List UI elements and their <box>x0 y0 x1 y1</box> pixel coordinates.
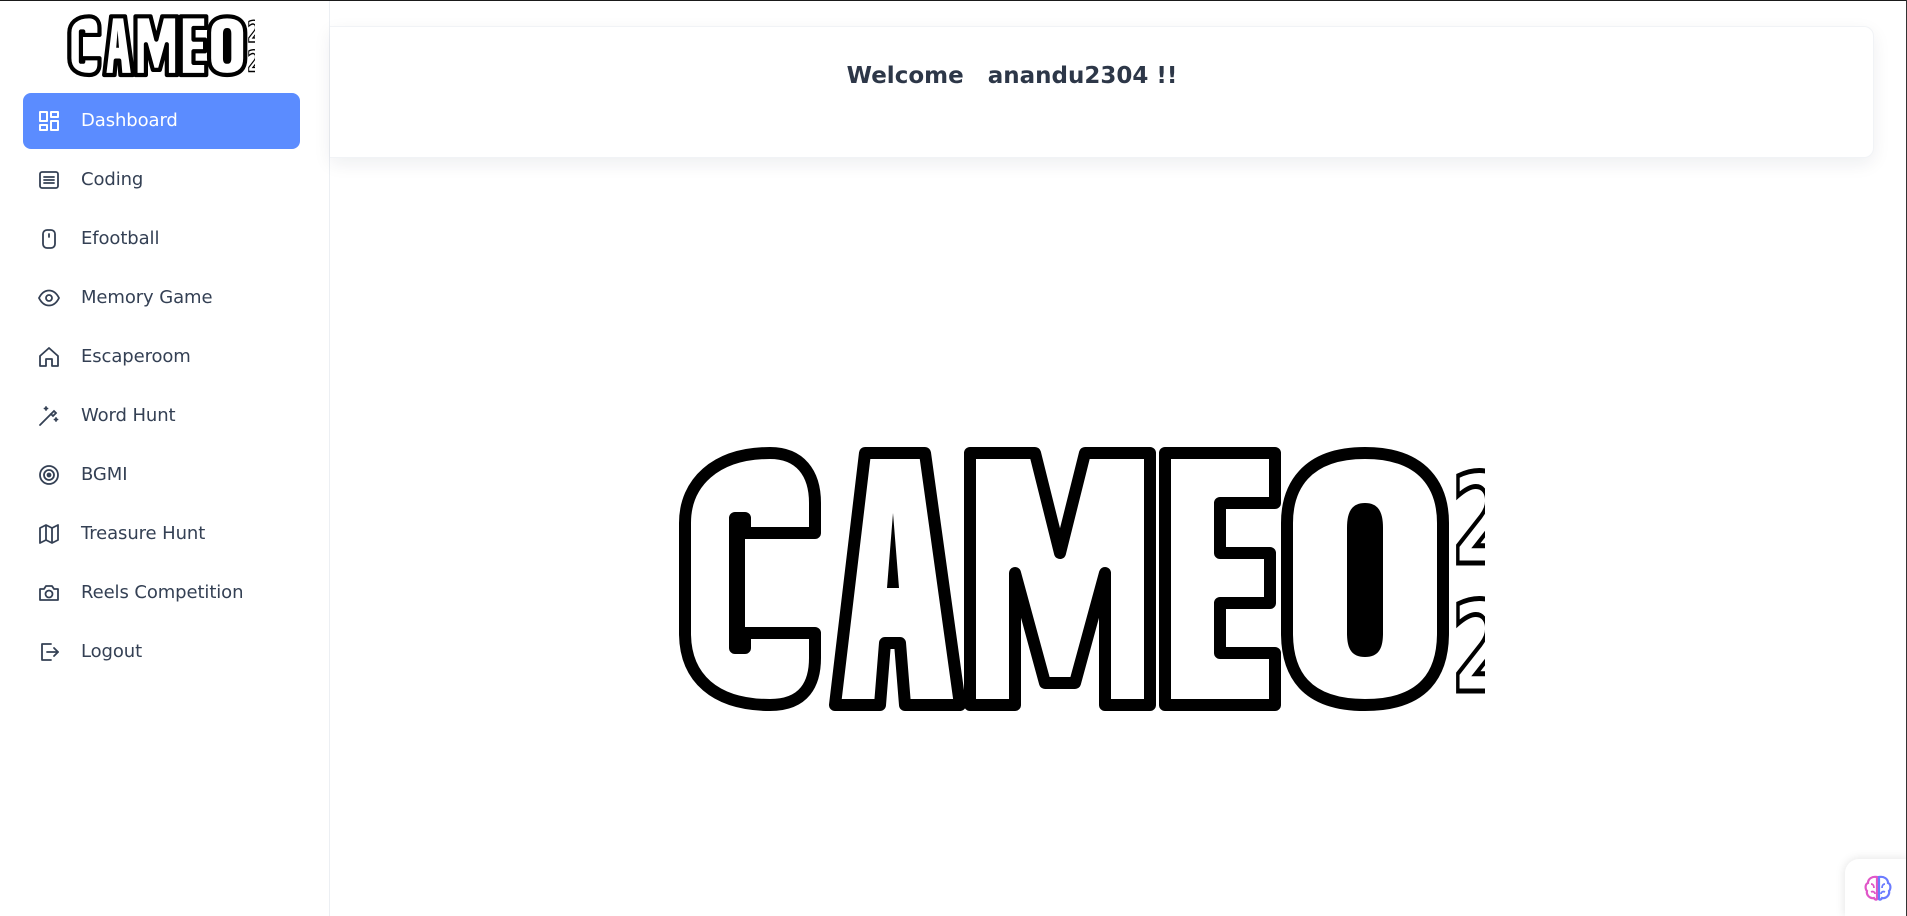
sidebar-nav: Dashboard Coding Efootball Memory Game E… <box>23 93 300 683</box>
sidebar: 20 24 Dashboard Coding <box>0 0 330 916</box>
sidebar-item-logout[interactable]: Logout <box>23 624 300 680</box>
sidebar-logo[interactable]: 20 24 <box>67 14 276 79</box>
sidebar-item-label: Reels Competition <box>81 582 244 603</box>
sidebar-item-label: Logout <box>81 641 143 662</box>
svg-text:20: 20 <box>1451 448 1485 593</box>
brain-icon <box>1864 875 1892 901</box>
sidebar-item-efootball[interactable]: Efootball <box>23 211 300 267</box>
sidebar-item-label: Escaperoom <box>81 346 191 367</box>
sidebar-item-word-hunt[interactable]: Word Hunt <box>23 388 300 444</box>
map-icon <box>37 522 61 546</box>
welcome-message: Welcome anandu2304 !! <box>846 63 1178 89</box>
sidebar-item-label: Treasure Hunt <box>81 523 206 544</box>
home-icon <box>37 345 61 369</box>
sidebar-item-label: BGMI <box>81 464 128 485</box>
target-icon <box>37 463 61 487</box>
mouse-icon <box>37 227 61 251</box>
welcome-card: Welcome anandu2304 !! <box>330 26 1874 158</box>
sidebar-item-label: Word Hunt <box>81 405 176 426</box>
sidebar-item-memory-game[interactable]: Memory Game <box>23 270 300 326</box>
cameo-logo: 20 24 <box>679 446 1574 724</box>
sidebar-item-label: Coding <box>81 169 144 190</box>
sidebar-item-bgmi[interactable]: BGMI <box>23 447 300 503</box>
eye-icon <box>37 286 61 310</box>
sidebar-item-coding[interactable]: Coding <box>23 152 300 208</box>
sidebar-item-label: Efootball <box>81 228 160 249</box>
dashboard-icon <box>37 109 61 133</box>
svg-text:24: 24 <box>247 45 255 78</box>
sidebar-item-label: Memory Game <box>81 287 213 308</box>
cameo-logo: 20 24 <box>67 14 276 79</box>
list-icon <box>37 168 61 192</box>
svg-text:20: 20 <box>247 15 255 49</box>
sidebar-item-escaperoom[interactable]: Escaperoom <box>23 329 300 385</box>
logout-icon <box>37 640 61 664</box>
svg-text:24: 24 <box>1451 576 1485 718</box>
sidebar-item-label: Dashboard <box>81 110 178 131</box>
sidebar-item-dashboard[interactable]: Dashboard <box>23 93 300 149</box>
assistant-widget-button[interactable] <box>1845 859 1907 916</box>
camera-icon <box>37 581 61 605</box>
hero-logo: 20 24 <box>675 443 1574 724</box>
magic-wand-icon <box>37 404 61 428</box>
sidebar-item-treasure-hunt[interactable]: Treasure Hunt <box>23 506 300 562</box>
sidebar-item-reels-competition[interactable]: Reels Competition <box>23 565 300 621</box>
window-top-border <box>0 0 1907 1</box>
